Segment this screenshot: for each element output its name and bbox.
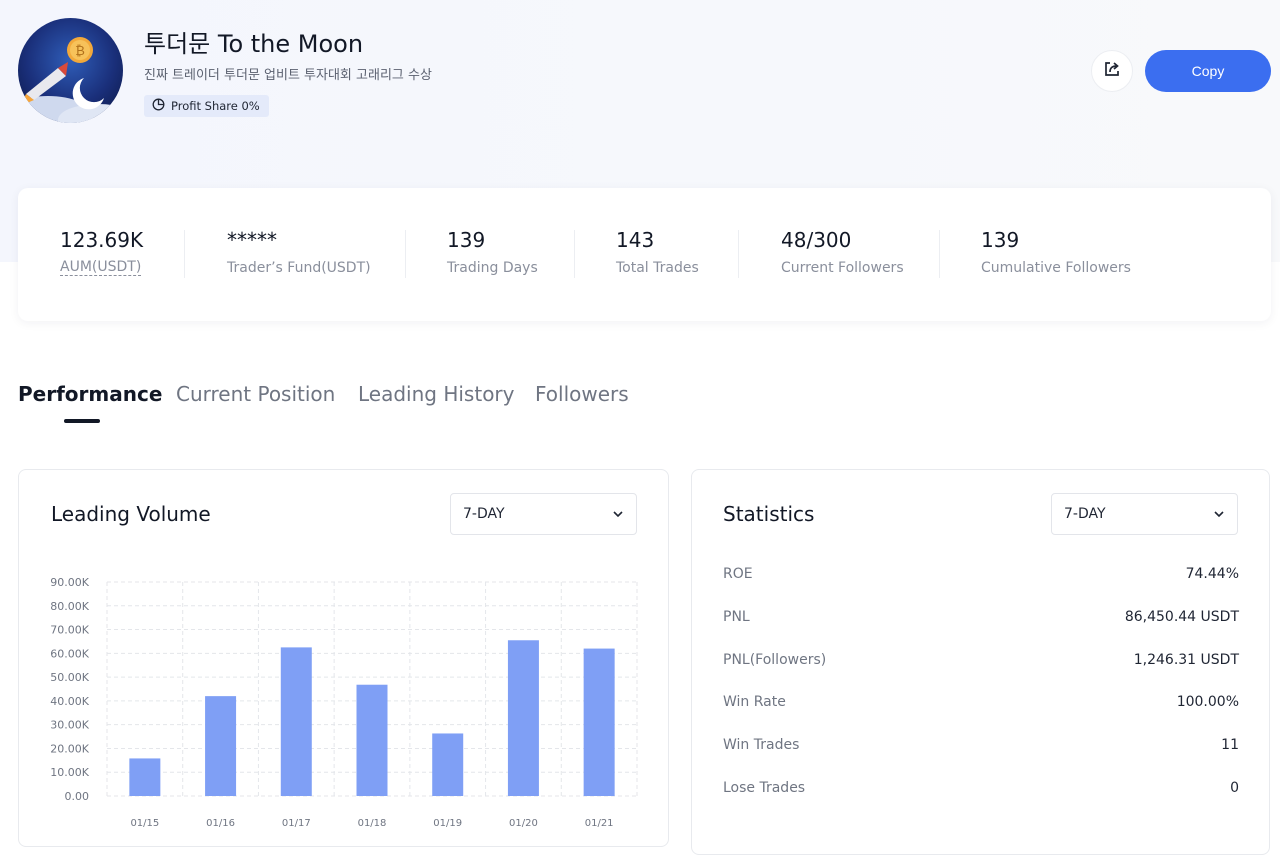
- stat-value: 123.69K: [60, 228, 144, 252]
- stat-label[interactable]: AUM(USDT): [60, 259, 142, 276]
- stat-total-trades: 143 Total Trades: [616, 228, 699, 277]
- volume-bar-01-20: [507, 640, 539, 796]
- stat-row-value: 74.44%: [1185, 566, 1239, 582]
- stat-traders-fund: ***** Trader’s Fund(USDT): [227, 228, 371, 277]
- x-tick-label: 01/21: [585, 818, 614, 829]
- trader-stats-card: 123.69K AUM(USDT) ***** Trader’s Fund(US…: [18, 188, 1271, 321]
- stat-row-value: 1,246.31 USDT: [1133, 652, 1239, 668]
- chevron-down-icon: [612, 506, 624, 522]
- stat-row-label: PNL(Followers): [723, 652, 827, 668]
- trader-name: 투더문 To the Moon: [144, 30, 364, 58]
- stat-trading-days: 139 Trading Days: [447, 228, 538, 277]
- stat-divider: [574, 230, 575, 278]
- y-tick-label: 80.00K: [50, 600, 89, 613]
- tab-leading-history[interactable]: Leading History: [358, 382, 514, 406]
- stat-row-label: Win Trades: [723, 737, 800, 753]
- stat-row-label: ROE: [723, 566, 753, 582]
- stat-row-value: 0: [1230, 780, 1239, 796]
- svg-text:₿: ₿: [75, 44, 85, 59]
- y-tick-label: 90.00K: [50, 576, 89, 589]
- stat-row-pnl: PNL 86,450.44 USDT: [723, 607, 1239, 627]
- stat-divider: [738, 230, 739, 278]
- x-tick-label: 01/20: [509, 818, 538, 829]
- x-tick-label: 01/16: [206, 818, 235, 829]
- stat-label: Current Followers: [781, 260, 904, 276]
- y-tick-label: 60.00K: [50, 647, 89, 660]
- stat-row-lose-trades: Lose Trades 0: [723, 778, 1239, 798]
- tab-current-position[interactable]: Current Position: [176, 382, 335, 406]
- volume-bar-01-18: [356, 684, 388, 796]
- statistics-range-select[interactable]: 7-DAY: [1051, 493, 1238, 535]
- y-tick-label: 50.00K: [50, 671, 89, 684]
- trader-avatar: ₿: [18, 18, 123, 123]
- stat-divider: [939, 230, 940, 278]
- stat-value: *****: [227, 228, 277, 252]
- stat-label: Trader’s Fund(USDT): [227, 260, 371, 276]
- volume-bar-01-15: [129, 758, 161, 796]
- stat-label: Trading Days: [447, 260, 538, 276]
- statistics-panel: Statistics 7-DAY ROE 74.44% PNL 86,450.4…: [691, 469, 1270, 855]
- x-tick-label: 01/19: [433, 818, 462, 829]
- stat-aum: 123.69K AUM(USDT): [60, 228, 143, 276]
- leading-volume-range-select[interactable]: 7-DAY: [450, 493, 637, 535]
- y-tick-label: 10.00K: [50, 766, 89, 779]
- leading-volume-panel: Leading Volume 7-DAY 0.00 10.00K 20.00K 30.…: [18, 469, 669, 847]
- share-icon: [1103, 60, 1121, 82]
- stat-row-value: 11: [1221, 737, 1239, 753]
- stat-divider: [405, 230, 406, 278]
- stat-row-label: Lose Trades: [723, 780, 806, 796]
- stat-value: 48/300: [781, 228, 852, 252]
- stat-current-followers: 48/300 Current Followers: [781, 228, 904, 277]
- stat-divider: [184, 230, 185, 278]
- volume-bar-01-19: [432, 733, 464, 796]
- tab-performance[interactable]: Performance: [18, 382, 162, 406]
- leading-volume-title: Leading Volume: [51, 502, 211, 526]
- profit-share-badge: Profit Share 0%: [144, 95, 269, 117]
- x-tick-label: 01/17: [282, 818, 311, 829]
- stat-row-value: 86,450.44 USDT: [1124, 609, 1239, 625]
- leading-volume-chart: 0.00 10.00K 20.00K 30.00K 40.00K 50.00K 60.00K…: [50, 576, 638, 829]
- trader-bio: 진짜 트레이더 투더문 업비트 투자대회 고래리그 수상: [144, 68, 432, 83]
- y-tick-label: 20.00K: [50, 742, 89, 755]
- volume-bar-01-16: [205, 696, 237, 796]
- y-tick-label: 70.00K: [50, 624, 89, 637]
- volume-bar-01-17: [280, 647, 312, 796]
- stat-cumulative-followers: 139 Cumulative Followers: [981, 228, 1131, 277]
- stat-value: 139: [981, 228, 1020, 252]
- stat-label: Total Trades: [616, 260, 699, 276]
- stat-row-roe: ROE 74.44%: [723, 564, 1239, 584]
- statistics-title: Statistics: [723, 502, 815, 526]
- stat-row-pnl-followers: PNL(Followers) 1,246.31 USDT: [723, 650, 1239, 670]
- pie-chart-icon: [152, 98, 165, 114]
- stat-value: 139: [447, 228, 486, 252]
- y-tick-label: 30.00K: [50, 719, 89, 732]
- stat-row-win-trades: Win Trades 11: [723, 735, 1239, 755]
- select-value: 7-DAY: [463, 506, 505, 522]
- stat-row-label: Win Rate: [723, 694, 786, 710]
- x-tick-label: 01/15: [130, 818, 159, 829]
- copy-button[interactable]: Copy: [1145, 50, 1271, 92]
- stat-label: Cumulative Followers: [981, 260, 1131, 276]
- y-tick-label: 40.00K: [50, 695, 89, 708]
- x-tick-label: 01/18: [358, 818, 387, 829]
- y-tick-label: 0.00: [65, 790, 90, 803]
- chevron-down-icon: [1213, 506, 1225, 522]
- tab-followers[interactable]: Followers: [535, 382, 629, 406]
- stat-row-value: 100.00%: [1176, 694, 1239, 710]
- stat-value: 143: [616, 228, 655, 252]
- volume-bar-01-21: [583, 648, 615, 796]
- stat-row-label: PNL: [723, 609, 750, 625]
- active-tab-indicator: [64, 419, 100, 423]
- stat-row-win-rate: Win Rate 100.00%: [723, 692, 1239, 712]
- share-button[interactable]: [1091, 50, 1133, 92]
- select-value: 7-DAY: [1064, 506, 1106, 522]
- profit-share-label: Profit Share 0%: [171, 99, 260, 113]
